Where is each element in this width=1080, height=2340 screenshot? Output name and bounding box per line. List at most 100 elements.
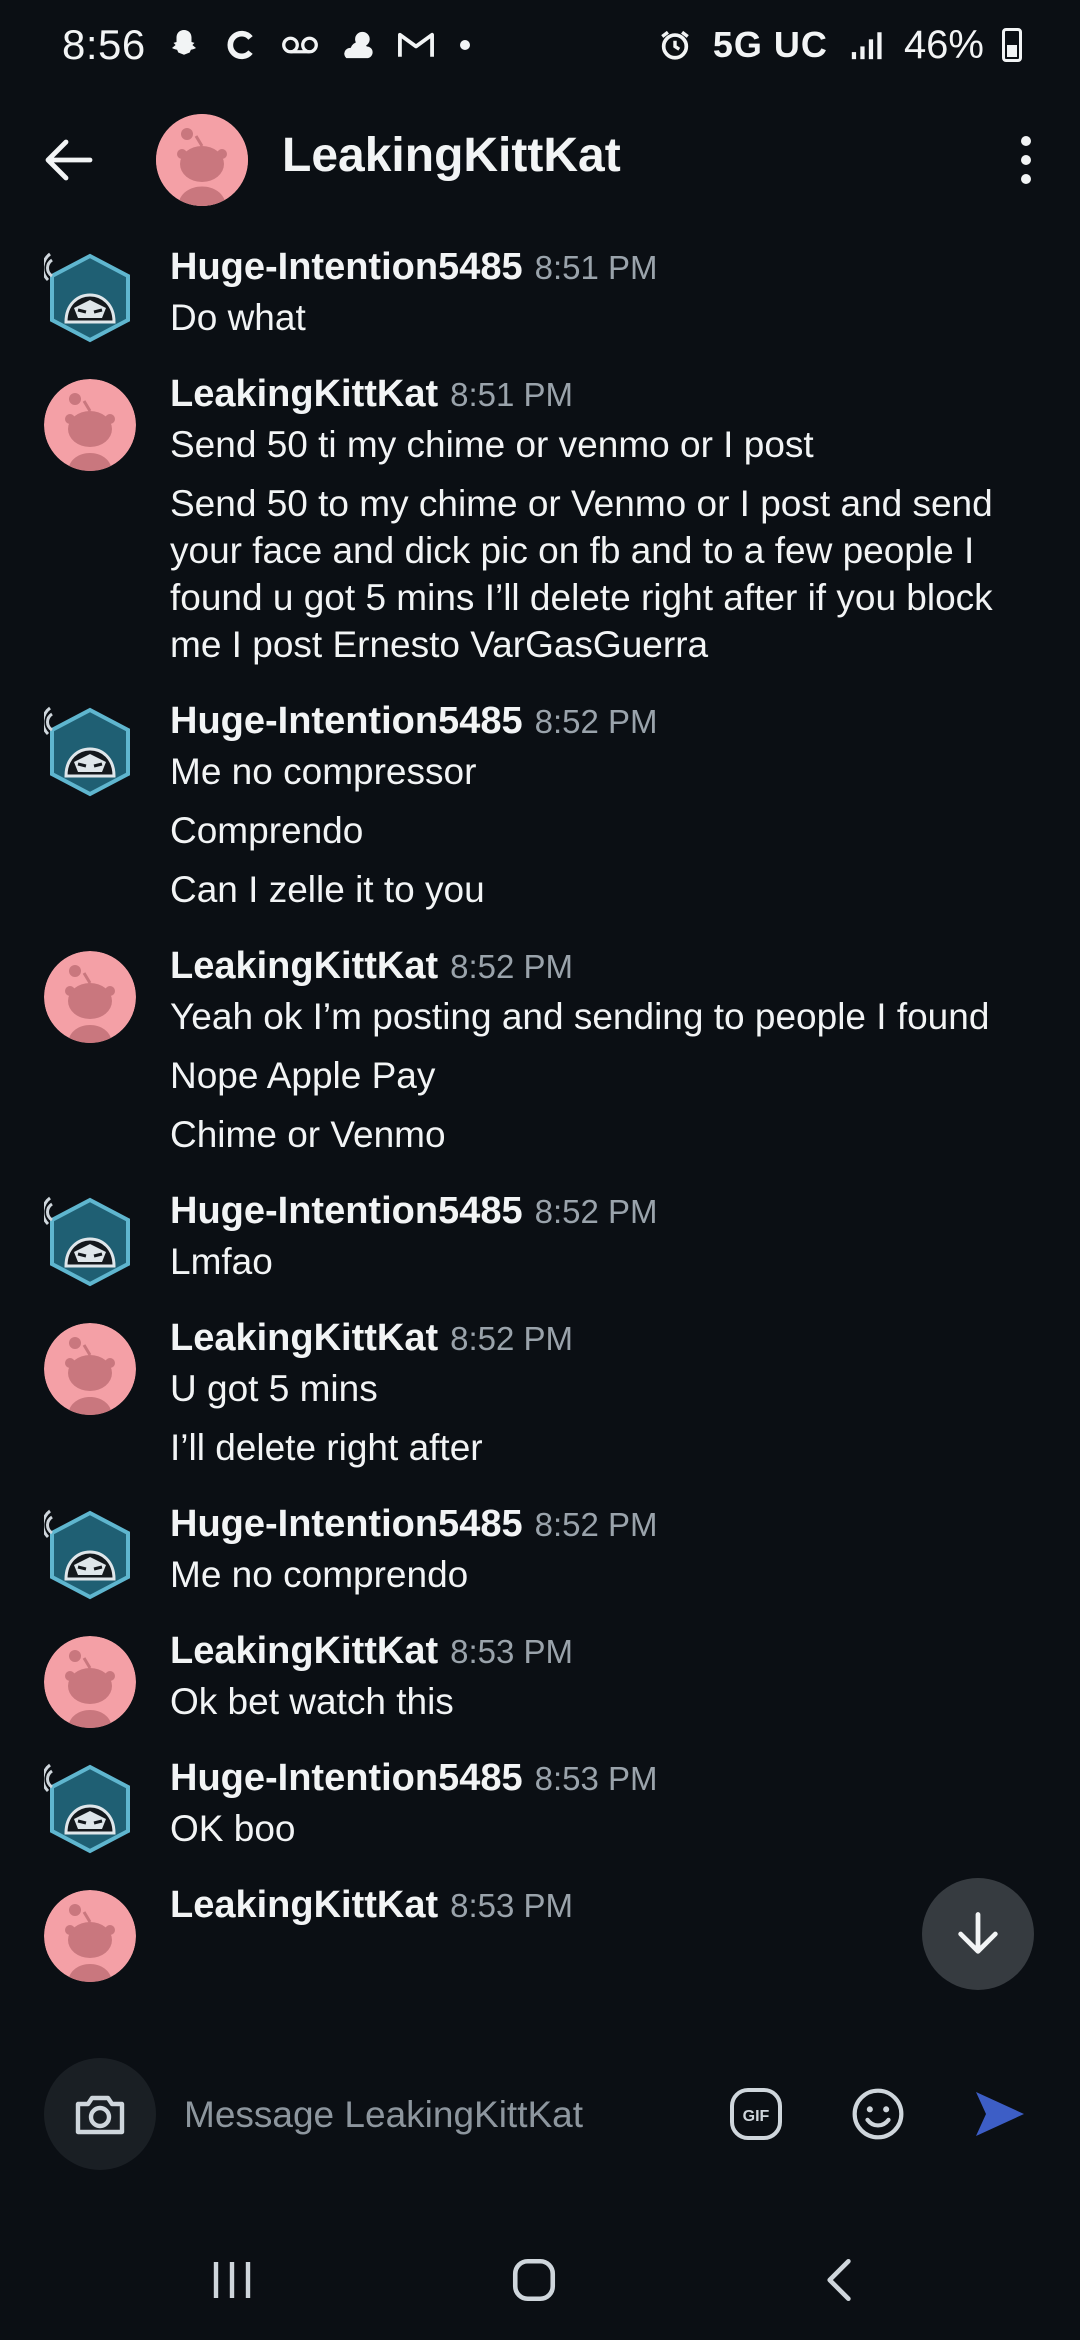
message-group: Huge-Intention5485 8:52 PM Me no compren… [0,1495,1080,1601]
message-time: 8:52 PM [534,703,658,740]
message-header: Huge-Intention5485 8:52 PM [170,1495,1050,1553]
more-vertical-icon-dot [1021,174,1031,184]
status-bar: 8:56 5G UC 46% [0,0,1080,90]
snoo-hooded-icon [41,1196,130,1287]
emoji-button[interactable] [848,2084,908,2144]
recents-icon [213,2262,251,2298]
message-text[interactable]: Chime or Venmo [170,1111,1050,1158]
avatar[interactable] [44,379,136,471]
snoo-pink-icon [156,114,248,206]
gif-icon: GIF [730,2088,782,2140]
message-header: Huge-Intention5485 8:51 PM [170,238,1050,296]
send-button[interactable] [968,2082,1032,2146]
message-time: 8:51 PM [534,249,658,286]
avatar[interactable] [44,1890,136,1982]
snapchat-icon [164,25,204,65]
message-text[interactable]: U got 5 mins [170,1365,1050,1412]
message-text[interactable]: Do what [170,294,1050,341]
camera-icon [75,2095,125,2135]
snoo-pink-icon [44,379,136,471]
message-author[interactable]: Huge-Intention5485 [170,238,523,296]
message-text[interactable]: Nope Apple Pay [170,1052,1050,1099]
message-header: LeakingKittKat 8:53 PM [170,1622,1050,1680]
message-list[interactable]: Huge-Intention5485 8:51 PM Do what Leaki… [0,230,1080,2035]
message-text[interactable]: Lmfao [170,1238,1050,1285]
signal-icon [846,25,886,65]
gif-button[interactable]: GIF [726,2084,786,2144]
snoo-pink-icon [44,951,136,1043]
battery-icon [1002,28,1022,62]
avatar[interactable] [41,1509,136,1601]
message-header: Huge-Intention5485 8:52 PM [170,692,1050,750]
more-options-button[interactable] [994,128,1058,192]
message-time: 8:53 PM [450,1633,574,1670]
weather-icon [338,25,378,65]
message-text[interactable]: Send 50 ti my chime or venmo or I post [170,421,1050,468]
message-author[interactable]: LeakingKittKat [170,1622,438,1680]
c-icon [222,25,262,65]
message-text[interactable]: Can I zelle it to you [170,866,1050,913]
message-text[interactable]: Send 50 to my chime or Venmo or I post a… [170,480,1050,668]
message-group: LeakingKittKat 8:53 PM Ok bet watch this [0,1622,1080,1728]
more-vertical-icon-dot [1021,155,1031,165]
snoo-hooded-icon [41,1763,130,1854]
status-time: 8:56 [62,21,146,68]
svg-text:GIF: GIF [743,2108,770,2125]
chevron-left-icon [827,2258,851,2302]
snoo-hooded-icon [41,252,130,343]
home-button[interactable] [502,2248,566,2312]
message-author[interactable]: LeakingKittKat [170,937,438,995]
system-back-button[interactable] [806,2248,870,2312]
avatar[interactable] [44,1636,136,1728]
message-author[interactable]: Huge-Intention5485 [170,692,523,750]
message-text[interactable]: Me no compressor [170,748,1050,795]
message-text[interactable]: I’ll delete right after [170,1424,1050,1471]
avatar[interactable] [44,1323,136,1415]
avatar[interactable] [156,114,248,206]
message-author[interactable]: Huge-Intention5485 [170,1495,523,1553]
message-author[interactable]: LeakingKittKat [170,365,438,423]
arrow-left-icon [45,139,93,181]
message-time: 8:53 PM [534,1760,658,1797]
voicemail-icon [280,25,320,65]
camera-button[interactable] [44,2058,156,2170]
message-author[interactable]: LeakingKittKat [170,1876,438,1934]
chat-header: LeakingKittKat [0,100,1080,220]
avatar[interactable] [41,1763,136,1855]
avatar[interactable] [41,252,136,344]
message-time: 8:52 PM [450,948,574,985]
back-button[interactable] [36,128,100,192]
message-group: Huge-Intention5485 8:53 PM OK boo [0,1749,1080,1855]
scroll-to-bottom-button[interactable] [922,1878,1034,1990]
recents-button[interactable] [200,2248,264,2312]
alarm-icon [655,25,695,65]
message-header: LeakingKittKat 8:52 PM [170,1309,1050,1367]
arrow-down-icon [958,1912,998,1954]
message-text[interactable]: Comprendo [170,807,1050,854]
status-bar-left: 8:56 [62,21,470,69]
network-label: 5G UC [712,24,828,65]
message-input[interactable] [182,2080,682,2150]
message-composer: GIF [0,2050,1080,2180]
system-nav-bar [0,2210,1080,2340]
snoo-pink-icon [44,1890,136,1982]
page-title: LeakingKittKat [282,129,621,182]
message-group: Huge-Intention5485 8:52 PM Me no compres… [0,692,1080,913]
avatar[interactable] [41,706,136,798]
message-author[interactable]: Huge-Intention5485 [170,1182,523,1240]
message-group: LeakingKittKat 8:53 PM [0,1876,1080,1982]
gmail-icon [396,25,436,65]
message-author[interactable]: Huge-Intention5485 [170,1749,523,1807]
message-header: Huge-Intention5485 8:52 PM [170,1182,1050,1240]
home-icon [512,2258,556,2302]
avatar[interactable] [44,951,136,1043]
message-group: LeakingKittKat 8:52 PM Yeah ok I’m posti… [0,937,1080,1158]
dot-icon [459,40,470,50]
message-text[interactable]: Ok bet watch this [170,1678,1050,1725]
avatar[interactable] [41,1196,136,1288]
message-author[interactable]: LeakingKittKat [170,1309,438,1367]
message-text[interactable]: OK boo [170,1805,1050,1852]
message-text[interactable]: Yeah ok I’m posting and sending to peopl… [170,993,1050,1040]
message-text[interactable]: Me no comprendo [170,1551,1050,1598]
snoo-hooded-icon [41,706,130,797]
